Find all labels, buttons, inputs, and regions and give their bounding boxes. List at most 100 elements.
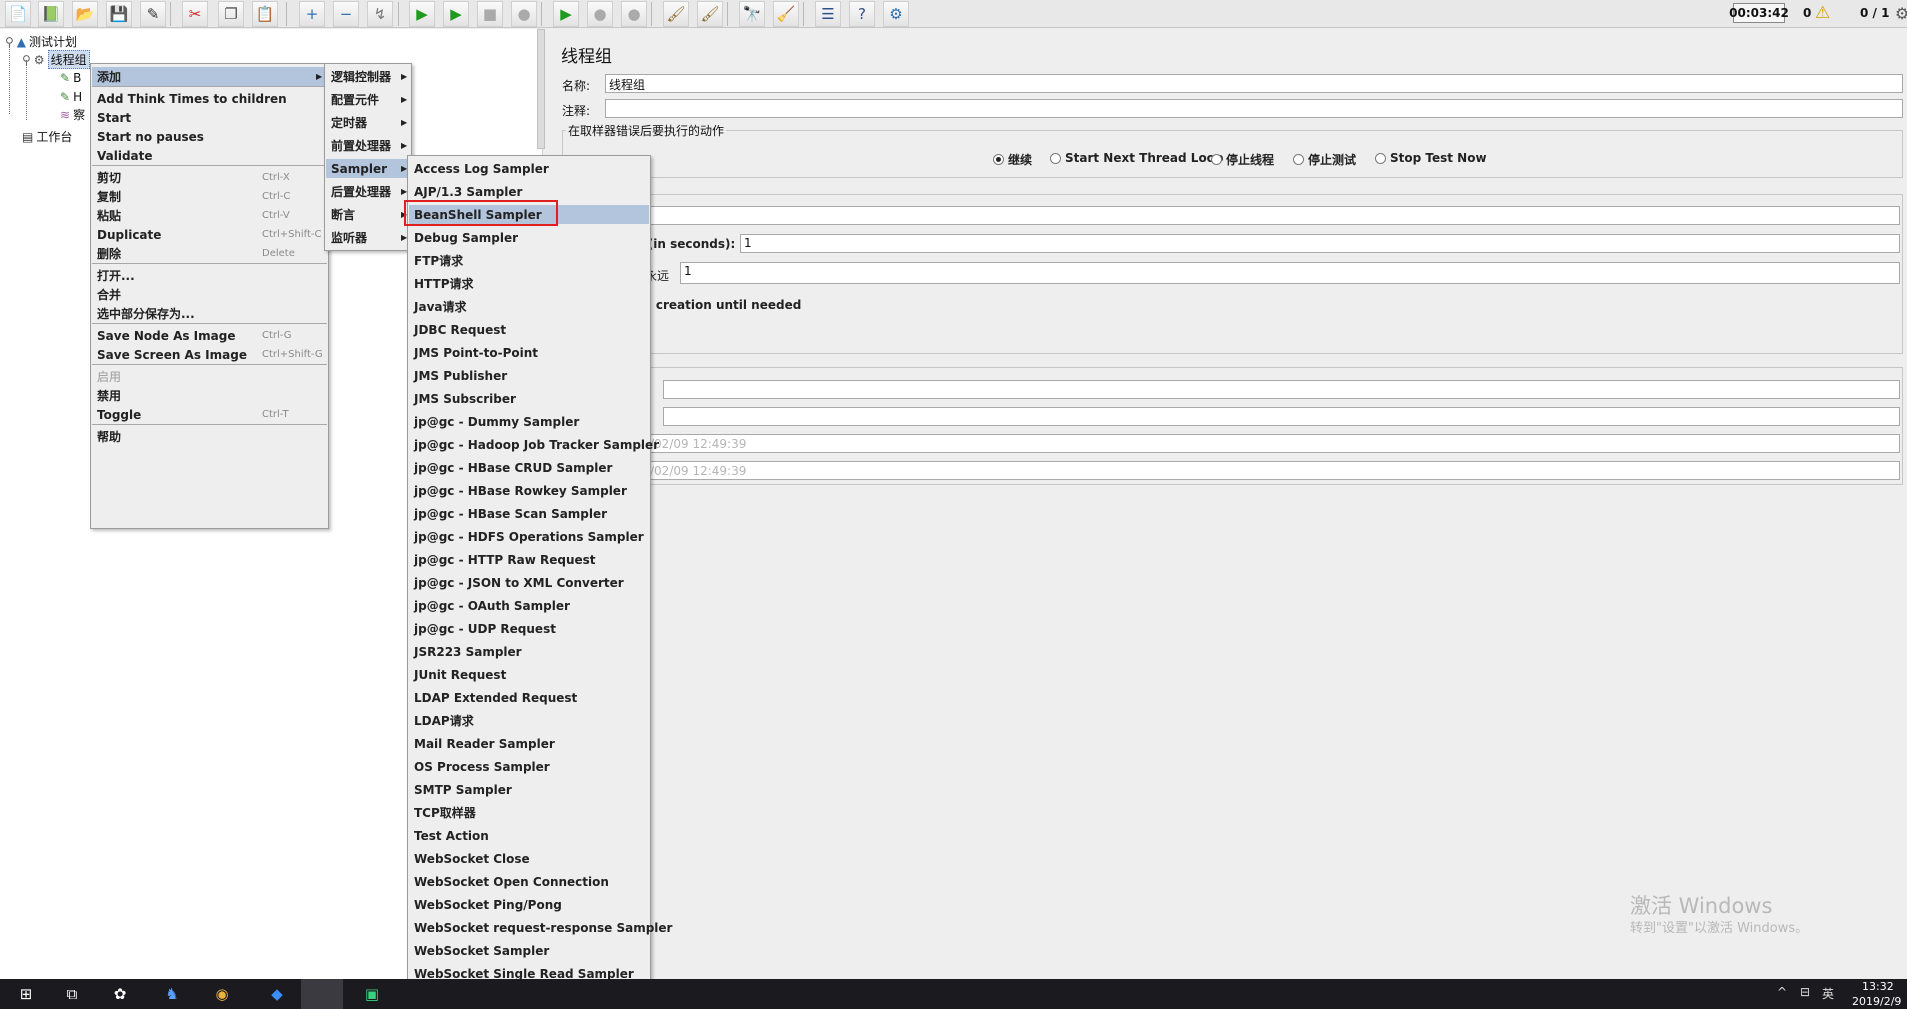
sampler-menu-item[interactable]: jp@gc - HBase Scan Sampler: [409, 504, 649, 523]
tree-node-test-plan[interactable]: ⚲ ▲ 测试计划: [5, 33, 77, 50]
sampler-menu-item[interactable]: BeanShell Sampler: [409, 205, 649, 224]
rampup-field[interactable]: 1: [740, 234, 1900, 253]
search-button[interactable]: 🔭: [739, 1, 765, 27]
sampler-menu-item[interactable]: jp@gc - Dummy Sampler: [409, 412, 649, 431]
context-menu-item[interactable]: 选中部分保存为...: [92, 304, 327, 323]
pycharm-icon[interactable]: ▣: [360, 982, 384, 1006]
sampler-menu-item[interactable]: Java请求: [409, 297, 649, 316]
new-button[interactable]: 📄: [5, 1, 31, 27]
add-submenu-item[interactable]: 逻辑控制器 ▶: [326, 67, 410, 86]
sampler-menu-item[interactable]: Access Log Sampler: [409, 159, 649, 178]
sampler-menu-item[interactable]: JMS Publisher: [409, 366, 649, 385]
radio-dot[interactable]: [1293, 154, 1304, 165]
context-menu-item[interactable]: 禁用: [92, 386, 327, 405]
add-submenu-item[interactable]: 断言 ▶: [326, 205, 410, 224]
sampler-menu-item[interactable]: JUnit Request: [409, 665, 649, 684]
sampler-menu-item[interactable]: jp@gc - HBase CRUD Sampler: [409, 458, 649, 477]
context-menu-item[interactable]: 打开...: [92, 266, 327, 285]
clear-button[interactable]: 🖌: [663, 1, 689, 27]
app-icon-3[interactable]: ◆: [265, 982, 289, 1006]
context-menu-item[interactable]: Start: [92, 108, 327, 127]
remote-start-button[interactable]: ▶: [553, 1, 579, 27]
collapse-all-button[interactable]: −: [333, 1, 359, 27]
open-button[interactable]: 📂: [72, 1, 98, 27]
shutdown-button[interactable]: ●: [511, 1, 537, 27]
comment-field[interactable]: [605, 99, 1903, 118]
gc-icon[interactable]: ⚙: [1895, 3, 1907, 23]
radio-dot[interactable]: [1211, 154, 1222, 165]
startup-delay-field[interactable]: [663, 407, 1900, 426]
toggle-button[interactable]: ↯: [367, 1, 393, 27]
context-menu-item[interactable]: 启用: [92, 367, 327, 386]
sampler-menu-item[interactable]: HTTP请求: [409, 274, 649, 293]
name-field[interactable]: 线程组: [605, 74, 1903, 93]
expand-all-button[interactable]: +: [299, 1, 325, 27]
sampler-menu-item[interactable]: AJP/1.3 Sampler: [409, 182, 649, 201]
tree-node-workbench[interactable]: ▤ 工作台: [22, 128, 72, 145]
sampler-menu-item[interactable]: Debug Sampler: [409, 228, 649, 247]
context-menu-item[interactable]: Save Screen As Image Ctrl+Shift-G: [92, 345, 327, 364]
start-time-field[interactable]: [640, 434, 1900, 453]
paste-button[interactable]: 📋: [252, 1, 278, 27]
context-menu-item[interactable]: Start no pauses: [92, 127, 327, 146]
sampler-menu-item[interactable]: jp@gc - OAuth Sampler: [409, 596, 649, 615]
sampler-menu-item[interactable]: jp@gc - HTTP Raw Request: [409, 550, 649, 569]
sampler-menu-item[interactable]: JMS Point-to-Point: [409, 343, 649, 362]
radio-stop-thread[interactable]: 停止线程: [1211, 151, 1274, 168]
context-menu-item[interactable]: 添加 ▶: [92, 67, 327, 86]
context-menu-item[interactable]: Toggle Ctrl-T: [92, 405, 327, 424]
sampler-menu-item[interactable]: jp@gc - Hadoop Job Tracker Sampler: [409, 435, 659, 454]
radio-stop-test[interactable]: 停止测试: [1293, 151, 1356, 168]
clock-date[interactable]: 2019/2/9: [1852, 995, 1901, 1008]
context-menu-item[interactable]: 复制 Ctrl-C: [92, 187, 327, 206]
radio-continue[interactable]: 继续: [993, 151, 1032, 168]
copy-button[interactable]: ❐: [218, 1, 244, 27]
radio-start-next-loop[interactable]: Start Next Thread Loop: [1050, 151, 1224, 165]
tree-toggle-icon[interactable]: ⚲: [22, 54, 31, 66]
sampler-menu-item[interactable]: WebSocket Sampler: [409, 941, 649, 960]
sampler-menu-item[interactable]: WebSocket Close: [409, 849, 649, 868]
context-menu-item[interactable]: 合并: [92, 285, 327, 304]
stop-button[interactable]: ■: [477, 1, 503, 27]
end-time-field[interactable]: [640, 461, 1900, 480]
sampler-menu-item[interactable]: JMS Subscriber: [409, 389, 649, 408]
threads-count-field[interactable]: [562, 206, 1900, 225]
tree-node-child[interactable]: ✎ H: [60, 88, 82, 105]
help-button[interactable]: ?: [849, 1, 875, 27]
start-no-pauses-button[interactable]: ▶: [443, 1, 469, 27]
sampler-menu-item[interactable]: Test Action: [409, 826, 649, 845]
warning-icon[interactable]: ⚠: [1815, 3, 1830, 23]
start-button[interactable]: ▶: [409, 1, 435, 27]
sampler-menu-item[interactable]: OS Process Sampler: [409, 757, 649, 776]
context-menu-item[interactable]: Validate: [92, 146, 327, 165]
context-menu-item[interactable]: 剪切 Ctrl-X: [92, 168, 327, 187]
context-menu-item[interactable]: 删除 Delete: [92, 244, 327, 263]
sampler-menu-item[interactable]: LDAP Extended Request: [409, 688, 649, 707]
remote-button[interactable]: ⚙: [883, 1, 909, 27]
context-menu-item[interactable]: 帮助: [92, 427, 327, 446]
add-submenu-item[interactable]: 定时器 ▶: [326, 113, 410, 132]
sampler-menu-item[interactable]: jp@gc - HBase Rowkey Sampler: [409, 481, 649, 500]
tree-node-child[interactable]: ≋ 察: [60, 106, 85, 123]
remote-shutdown-button[interactable]: ●: [621, 1, 647, 27]
tree-toggle-icon[interactable]: ⚲: [5, 36, 14, 48]
sampler-menu-item[interactable]: FTP请求: [409, 251, 649, 270]
task-view-icon[interactable]: ⧉: [60, 982, 84, 1006]
add-submenu-item[interactable]: 配置元件 ▶: [326, 90, 410, 109]
sampler-menu-item[interactable]: WebSocket Open Connection: [409, 872, 649, 891]
radio-stop-test-now[interactable]: Stop Test Now: [1375, 151, 1487, 165]
sampler-menu-item[interactable]: JDBC Request: [409, 320, 649, 339]
chrome-icon[interactable]: ◉: [210, 982, 234, 1006]
ime-indicator[interactable]: 英: [1822, 985, 1834, 1002]
save-as-button[interactable]: ✎: [140, 1, 166, 27]
sampler-menu-item[interactable]: WebSocket Ping/Pong: [409, 895, 649, 914]
context-menu-item[interactable]: Save Node As Image Ctrl-G: [92, 326, 327, 345]
radio-dot[interactable]: [1375, 152, 1386, 164]
tree-scrollbar[interactable]: [537, 29, 545, 149]
clock-time[interactable]: 13:32: [1862, 980, 1894, 993]
network-icon[interactable]: ⊟: [1800, 985, 1810, 999]
add-submenu-item[interactable]: 后置处理器 ▶: [326, 182, 410, 201]
tree-node-thread-group[interactable]: ⚲ ⚙ 线程组: [22, 50, 90, 69]
reset-search-button[interactable]: 🧹: [773, 1, 799, 27]
sampler-menu-item[interactable]: Mail Reader Sampler: [409, 734, 649, 753]
